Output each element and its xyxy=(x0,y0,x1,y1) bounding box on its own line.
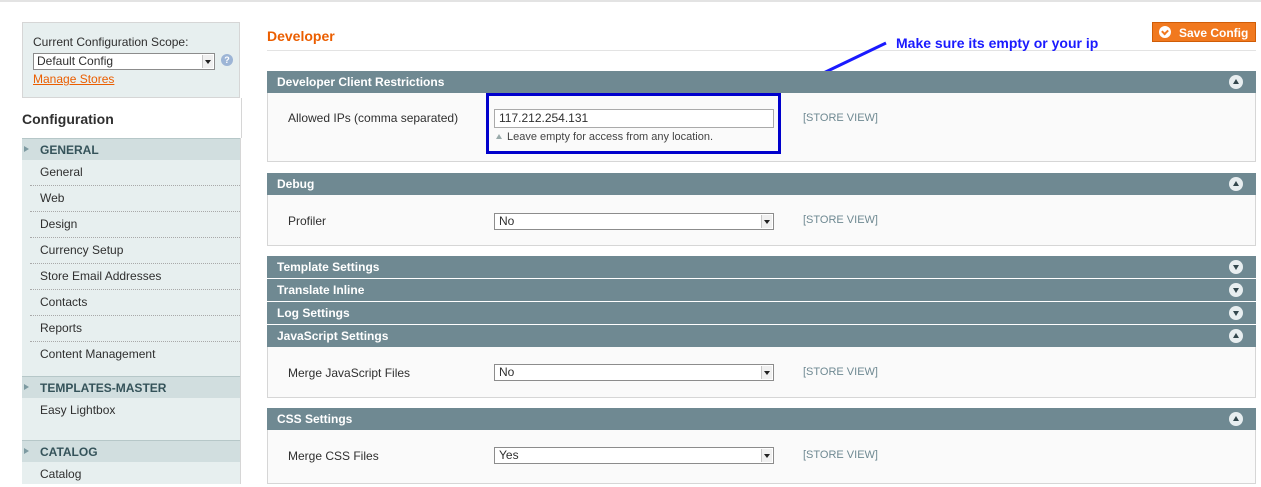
configuration-title: Configuration xyxy=(22,111,114,127)
sidebar-item-label: Reports xyxy=(40,321,83,335)
section-title: CSS Settings xyxy=(277,412,353,426)
scope-badge: [STORE VIEW] xyxy=(803,449,878,461)
top-border xyxy=(0,0,1261,2)
scope-select[interactable]: Default Config xyxy=(33,53,215,70)
section-header-template-settings[interactable]: Template Settings xyxy=(267,256,1256,278)
sidebar-group-label: CATALOG xyxy=(40,445,98,459)
scope-select-value: Default Config xyxy=(37,54,114,68)
chevron-down-icon xyxy=(761,449,772,462)
profiler-select[interactable]: No xyxy=(494,213,774,230)
scope-badge: [STORE VIEW] xyxy=(803,112,878,124)
sidebar-item-label: Currency Setup xyxy=(40,243,124,257)
save-config-button[interactable]: Save Config xyxy=(1152,22,1256,42)
sidebar-group-catalog: CATALOG Catalog xyxy=(22,440,241,484)
sidebar-item-label: Design xyxy=(40,217,78,231)
expand-icon[interactable] xyxy=(1229,260,1243,274)
sidebar-item-contacts[interactable]: Contacts xyxy=(30,290,240,316)
sidebar-item-label: Store Email Addresses xyxy=(40,269,162,283)
page-title: Developer xyxy=(267,28,335,44)
allowed-ips-label: Allowed IPs (comma separated) xyxy=(288,111,459,125)
sidebar-group-label: TEMPLATES-MASTER xyxy=(40,381,167,395)
sidebar-item-design[interactable]: Design xyxy=(30,212,240,238)
collapse-icon[interactable] xyxy=(1229,177,1243,191)
section-header-translate-inline[interactable]: Translate Inline xyxy=(267,279,1256,301)
section-header-javascript-settings[interactable]: JavaScript Settings xyxy=(267,325,1256,347)
section-title: Developer Client Restrictions xyxy=(277,75,445,89)
merge-js-select[interactable]: No xyxy=(494,364,774,381)
sidebar-item-label: Content Management xyxy=(40,347,156,361)
configuration-heading: Configuration xyxy=(22,98,242,138)
sidebar-item-reports[interactable]: Reports xyxy=(30,316,240,342)
caret-right-icon xyxy=(24,384,29,390)
merge-css-select[interactable]: Yes xyxy=(494,447,774,464)
profiler-label: Profiler xyxy=(288,214,327,228)
scope-label: Current Configuration Scope: xyxy=(33,35,189,49)
sidebar-item-currency-setup[interactable]: Currency Setup xyxy=(30,238,240,264)
scope-switcher: Current Configuration Scope: Default Con… xyxy=(22,22,240,98)
scope-badge: [STORE VIEW] xyxy=(803,214,878,226)
annotation-text: Make sure its empty or your ip xyxy=(896,35,1099,51)
sidebar-item-label: Catalog xyxy=(40,467,82,481)
chevron-down-icon xyxy=(202,55,213,68)
merge-css-value: Yes xyxy=(499,448,519,462)
sidebar-item-label: Easy Lightbox xyxy=(40,403,116,417)
save-config-label: Save Config xyxy=(1179,26,1249,40)
sidebar-item-label: General xyxy=(40,165,83,179)
expand-icon[interactable] xyxy=(1229,283,1243,297)
merge-js-label: Merge JavaScript Files xyxy=(288,366,411,380)
section-header-css-settings[interactable]: CSS Settings xyxy=(267,408,1256,430)
section-title: JavaScript Settings xyxy=(277,329,389,343)
manage-stores-link[interactable]: Manage Stores xyxy=(33,72,114,86)
merge-js-value: No xyxy=(499,365,515,379)
sidebar-group-label: GENERAL xyxy=(40,143,99,157)
sidebar-group-header[interactable]: TEMPLATES-MASTER xyxy=(22,376,240,398)
sidebar-group-header[interactable]: CATALOG xyxy=(22,440,240,462)
section-body-javascript-settings: Merge JavaScript Files No [STORE VIEW] xyxy=(267,347,1256,398)
collapse-icon[interactable] xyxy=(1229,412,1243,426)
sidebar-group-templates-master: TEMPLATES-MASTER Easy Lightbox xyxy=(22,376,241,440)
sidebar-item-easy-lightbox[interactable]: Easy Lightbox xyxy=(30,398,240,423)
sidebar-item-general[interactable]: General xyxy=(30,160,240,186)
chevron-down-icon xyxy=(761,366,772,379)
divider xyxy=(267,50,1256,51)
section-title: Translate Inline xyxy=(277,283,365,297)
expand-icon[interactable] xyxy=(1229,306,1243,320)
section-header-log-settings[interactable]: Log Settings xyxy=(267,302,1256,324)
chevron-down-icon xyxy=(761,215,772,228)
collapse-icon[interactable] xyxy=(1229,75,1243,89)
profiler-value: No xyxy=(499,214,515,228)
section-body-debug: Profiler No [STORE VIEW] xyxy=(267,195,1256,246)
caret-right-icon xyxy=(24,146,29,152)
section-header-developer-client-restrictions[interactable]: Developer Client Restrictions xyxy=(267,71,1256,93)
scope-badge: [STORE VIEW] xyxy=(803,366,878,378)
sidebar-group-header[interactable]: GENERAL xyxy=(22,138,240,160)
sidebar-item-label: Web xyxy=(40,191,65,205)
section-body-css-settings: Merge CSS Files Yes [STORE VIEW] xyxy=(267,430,1256,484)
section-title: Debug xyxy=(277,177,315,191)
section-title: Log Settings xyxy=(277,306,350,320)
section-header-debug[interactable]: Debug xyxy=(267,173,1256,195)
checkmark-icon xyxy=(1159,26,1171,38)
sidebar-item-web[interactable]: Web xyxy=(30,186,240,212)
sidebar-group-general: GENERAL General Web Design Currency Setu… xyxy=(22,138,241,376)
help-icon[interactable]: ? xyxy=(221,54,233,66)
sidebar-item-catalog[interactable]: Catalog xyxy=(30,462,240,487)
merge-css-label: Merge CSS Files xyxy=(288,449,379,463)
collapse-icon[interactable] xyxy=(1229,329,1243,343)
sidebar-item-store-email[interactable]: Store Email Addresses xyxy=(30,264,240,290)
caret-right-icon xyxy=(24,448,29,454)
sidebar-item-label: Contacts xyxy=(40,295,88,309)
section-title: Template Settings xyxy=(277,260,380,274)
sidebar-item-content-management[interactable]: Content Management xyxy=(30,342,240,367)
annotation-highlight-box xyxy=(486,93,781,154)
